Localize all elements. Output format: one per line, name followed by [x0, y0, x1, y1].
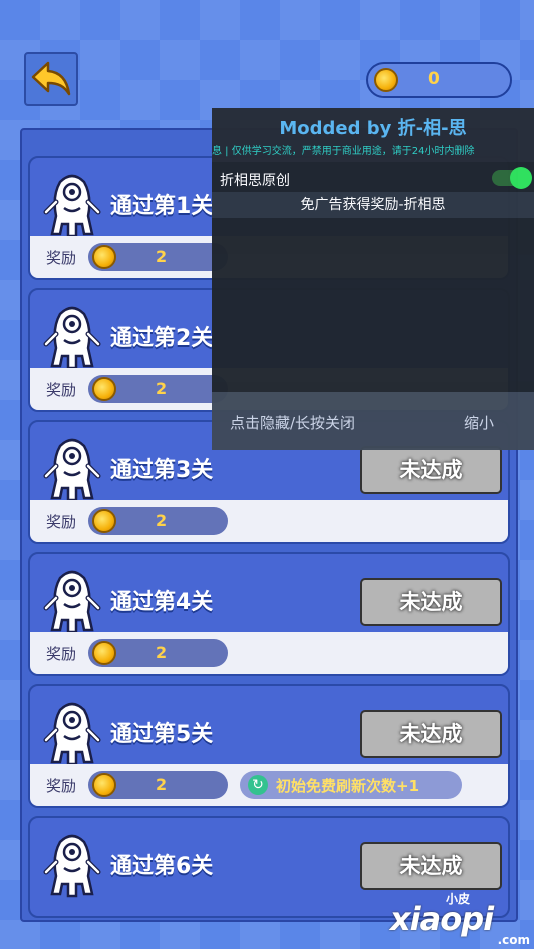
mission-title: 通过第6关 — [110, 854, 214, 879]
reward-row: 奖励 2 ↻ 初始免费刷新次数+1 — [30, 764, 508, 806]
hide-button[interactable]: 点击隐藏/长按关闭 — [230, 412, 355, 433]
coin-count: 0 — [428, 69, 440, 89]
reward-amount: 2 — [156, 379, 168, 398]
reward-pill: 2 — [88, 243, 228, 271]
mission-card: 通过第4关 未达成 奖励 2 — [28, 552, 510, 676]
coin-icon — [92, 641, 116, 665]
mission-title: 通过第5关 — [110, 722, 214, 747]
mission-title: 通过第2关 — [110, 326, 214, 351]
bonus-text: 初始免费刷新次数+1 — [276, 777, 420, 795]
reward-label: 奖励 — [46, 513, 77, 531]
reward-label: 奖励 — [46, 249, 77, 267]
monster-icon — [43, 702, 101, 766]
monster-icon — [43, 570, 101, 634]
bonus-pill: ↻ 初始免费刷新次数+1 — [240, 771, 462, 799]
reward-pill: 2 — [88, 639, 228, 667]
status-button[interactable]: 未达成 — [360, 578, 502, 626]
monster-icon — [43, 438, 101, 502]
watermark-logo: 小皮 xiaopi .com — [388, 890, 534, 949]
monster-icon — [43, 306, 101, 370]
status-button[interactable]: 未达成 — [360, 446, 502, 494]
mod-toggle-switch[interactable] — [492, 167, 532, 189]
back-button[interactable] — [24, 52, 78, 106]
monster-icon — [43, 174, 101, 238]
coin-balance: 0 — [366, 62, 512, 98]
refresh-icon: ↻ — [248, 775, 268, 795]
back-arrow-icon — [31, 61, 71, 96]
reward-amount: 2 — [156, 511, 168, 530]
reward-amount: 2 — [156, 247, 168, 266]
mission-title: 通过第3关 — [110, 458, 214, 483]
reward-pill: 2 — [88, 507, 228, 535]
reward-pill: 2 — [88, 771, 228, 799]
mission-title: 通过第1关 — [110, 194, 214, 219]
mod-toggle-row[interactable]: 折相思原创 — [212, 164, 534, 194]
status-button[interactable]: 未达成 — [360, 710, 502, 758]
switch-knob — [510, 167, 532, 189]
mod-menu-title: Modded by 折-相-思 — [279, 118, 467, 139]
mod-menu-footer: 点击隐藏/长按关闭 缩小 — [212, 392, 534, 450]
reward-label: 奖励 — [46, 645, 77, 663]
reward-amount: 2 — [156, 643, 168, 662]
mission-card: 通过第5关 未达成 奖励 2 ↻ 初始免费刷新次数+1 — [28, 684, 510, 808]
mod-menu: Modded by 折-相-思 息 | 仅供学习交流，严禁用于商业用途，请于24… — [212, 108, 534, 450]
reward-label: 奖励 — [46, 777, 77, 795]
reward-pill: 2 — [88, 375, 228, 403]
reward-row: 奖励 2 — [30, 632, 508, 674]
coin-icon — [92, 773, 116, 797]
reward-label: 奖励 — [46, 381, 77, 399]
mission-title: 通过第4关 — [110, 590, 214, 615]
watermark-big: xiaopi — [390, 900, 494, 938]
mod-menu-notice: 息 | 仅供学习交流，严禁用于商业用途，请于24小时内删除 — [212, 146, 475, 157]
minimize-button[interactable]: 缩小 — [464, 412, 494, 433]
reward-row: 奖励 2 — [30, 500, 508, 542]
reward-amount: 2 — [156, 775, 168, 794]
coin-icon — [92, 245, 116, 269]
mod-toggle-label: 折相思原创 — [220, 173, 290, 189]
monster-icon — [43, 834, 101, 898]
mod-action-button[interactable]: 免广告获得奖励-折相思 — [212, 192, 534, 218]
coin-icon — [374, 68, 398, 92]
mod-menu-header: Modded by 折-相-思 息 | 仅供学习交流，严禁用于商业用途，请于24… — [212, 108, 534, 162]
coin-icon — [92, 377, 116, 401]
status-button[interactable]: 未达成 — [360, 842, 502, 890]
watermark-domain: .com — [497, 933, 530, 947]
coin-icon — [92, 509, 116, 533]
